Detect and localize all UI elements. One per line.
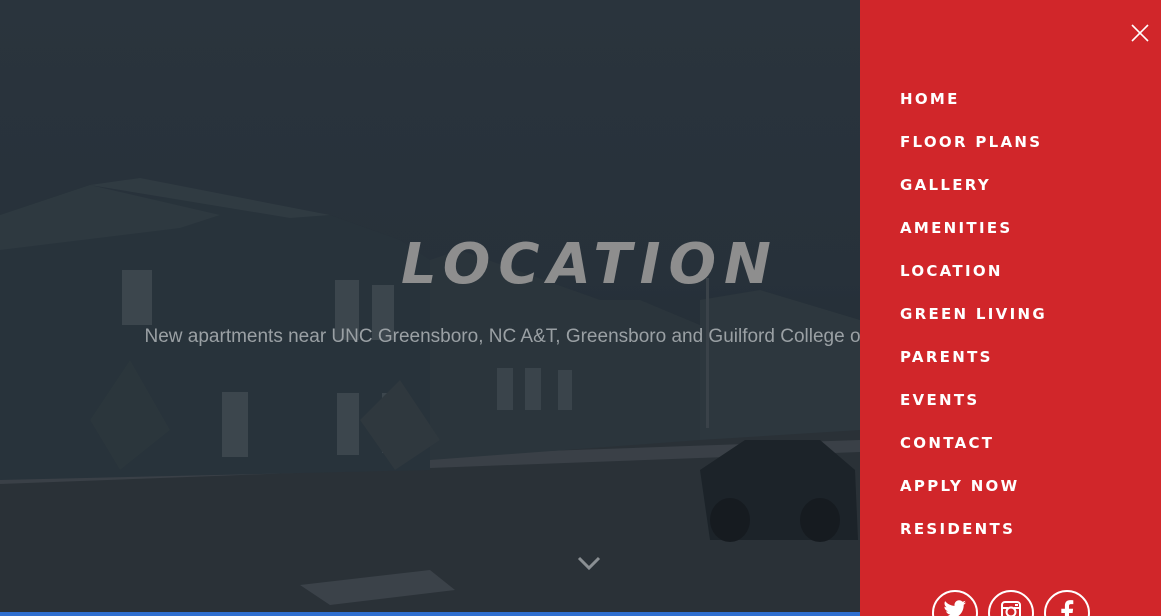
- menu-item-green-living[interactable]: GREEN LIVING: [900, 303, 1047, 346]
- twitter-button[interactable]: [932, 590, 978, 616]
- menu-item-home[interactable]: HOME: [900, 88, 1047, 131]
- instagram-icon: [1001, 601, 1021, 616]
- scroll-down-button[interactable]: [574, 548, 604, 578]
- side-navigation-menu: HOME FLOOR PLANS GALLERY AMENITIES LOCAT…: [860, 0, 1161, 616]
- menu-item-events[interactable]: EVENTS: [900, 389, 1047, 432]
- menu-item-amenities[interactable]: AMENITIES: [900, 217, 1047, 260]
- menu-item-residents[interactable]: RESIDENTS: [900, 518, 1047, 561]
- close-icon: [1131, 24, 1149, 42]
- chevron-down-icon: [577, 556, 601, 571]
- twitter-icon: [944, 600, 966, 616]
- menu-item-location[interactable]: LOCATION: [900, 260, 1047, 303]
- bottom-edge-strip: [0, 612, 860, 616]
- menu-item-gallery[interactable]: GALLERY: [900, 174, 1047, 217]
- facebook-icon: [1061, 600, 1074, 616]
- close-menu-button[interactable]: [1129, 22, 1151, 44]
- social-links: [932, 590, 1090, 616]
- menu-item-apply-now[interactable]: APPLY NOW: [900, 475, 1047, 518]
- menu-item-contact[interactable]: CONTACT: [900, 432, 1047, 475]
- facebook-button[interactable]: [1044, 590, 1090, 616]
- instagram-button[interactable]: [988, 590, 1034, 616]
- menu-list: HOME FLOOR PLANS GALLERY AMENITIES LOCAT…: [900, 88, 1047, 561]
- menu-item-floor-plans[interactable]: FLOOR PLANS: [900, 131, 1047, 174]
- menu-item-parents[interactable]: PARENTS: [900, 346, 1047, 389]
